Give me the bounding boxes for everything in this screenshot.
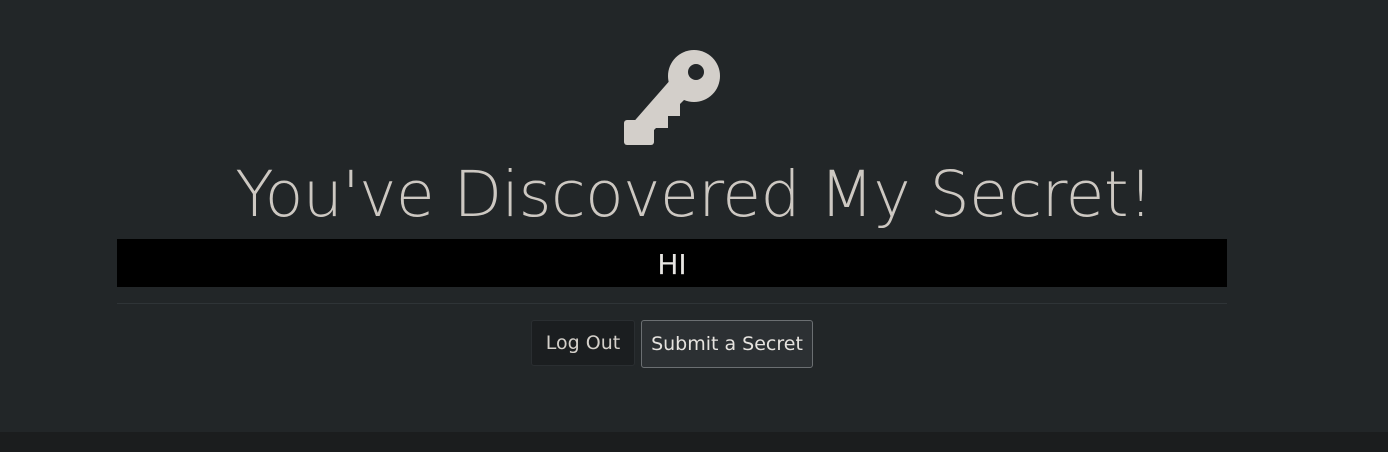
secret-panel: You've Discovered My Secret! HI Log Out … <box>0 0 1388 432</box>
logout-button[interactable]: Log Out <box>531 320 635 366</box>
page-title: You've Discovered My Secret! <box>235 158 1153 231</box>
secret-text: HI <box>117 239 1227 287</box>
divider <box>117 303 1227 304</box>
page: You've Discovered My Secret! HI Log Out … <box>0 0 1388 452</box>
footer <box>0 432 1388 452</box>
key-icon <box>624 50 720 145</box>
submit-secret-button[interactable]: Submit a Secret <box>641 320 813 368</box>
